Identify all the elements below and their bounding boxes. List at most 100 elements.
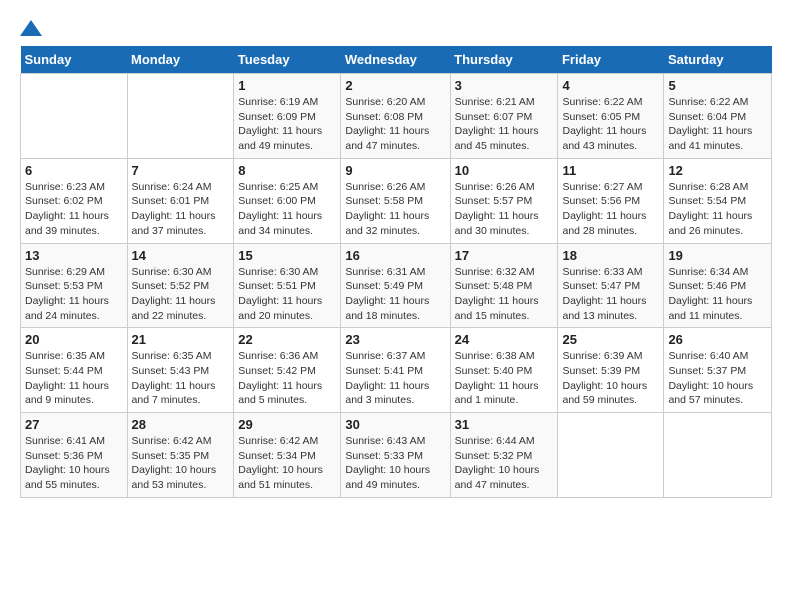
day-info: Sunrise: 6:35 AM Sunset: 5:44 PM Dayligh… xyxy=(25,349,123,408)
calendar-cell: 3Sunrise: 6:21 AM Sunset: 6:07 PM Daylig… xyxy=(450,74,558,159)
calendar-cell: 28 Sunrise: 6:42 AM Sunset: 5:35 PM Dayli… xyxy=(127,413,234,498)
day-number: 24 xyxy=(455,332,554,347)
calendar-cell: 20 Sunrise: 6:35 AM Sunset: 5:44 PM Dayli… xyxy=(21,328,128,413)
calendar-cell: 30 Sunrise: 6:43 AM Sunset: 5:33 PM Dayli… xyxy=(341,413,450,498)
day-number: 1 xyxy=(238,78,336,93)
calendar-cell: 24 Sunrise: 6:38 AM Sunset: 5:40 PM Dayli… xyxy=(450,328,558,413)
day-info: Sunrise: 6:37 AM Sunset: 5:41 PM Dayligh… xyxy=(345,349,445,408)
calendar-cell: 17Sunrise: 6:32 AM Sunset: 5:48 PM Dayli… xyxy=(450,243,558,328)
calendar-week-row: 6 Sunrise: 6:23 AM Sunset: 6:02 PM Daylig… xyxy=(21,158,772,243)
calendar-header-sunday: Sunday xyxy=(21,46,128,74)
calendar-cell: 19 Sunrise: 6:34 AM Sunset: 5:46 PM Dayli… xyxy=(664,243,772,328)
logo xyxy=(20,20,44,36)
calendar-cell: 5 Sunrise: 6:22 AM Sunset: 6:04 PM Daylig… xyxy=(664,74,772,159)
calendar-cell: 27 Sunrise: 6:41 AM Sunset: 5:36 PM Dayli… xyxy=(21,413,128,498)
day-info: Sunrise: 6:40 AM Sunset: 5:37 PM Dayligh… xyxy=(668,349,767,408)
calendar-week-row: 1 Sunrise: 6:19 AM Sunset: 6:09 PM Daylig… xyxy=(21,74,772,159)
calendar-cell: 25Sunrise: 6:39 AM Sunset: 5:39 PM Dayli… xyxy=(558,328,664,413)
calendar-header-friday: Friday xyxy=(558,46,664,74)
calendar-cell: 4 Sunrise: 6:22 AM Sunset: 6:05 PM Daylig… xyxy=(558,74,664,159)
calendar-week-row: 27 Sunrise: 6:41 AM Sunset: 5:36 PM Dayli… xyxy=(21,413,772,498)
day-number: 25 xyxy=(562,332,659,347)
day-info: Sunrise: 6:29 AM Sunset: 5:53 PM Dayligh… xyxy=(25,265,123,324)
calendar-cell: 2 Sunrise: 6:20 AM Sunset: 6:08 PM Daylig… xyxy=(341,74,450,159)
day-number: 15 xyxy=(238,248,336,263)
calendar-header-monday: Monday xyxy=(127,46,234,74)
day-number: 7 xyxy=(132,163,230,178)
day-info: Sunrise: 6:42 AM Sunset: 5:34 PM Dayligh… xyxy=(238,434,336,493)
calendar-cell: 10 Sunrise: 6:26 AM Sunset: 5:57 PM Dayli… xyxy=(450,158,558,243)
day-number: 21 xyxy=(132,332,230,347)
day-info: Sunrise: 6:30 AM Sunset: 5:52 PM Dayligh… xyxy=(132,265,230,324)
header xyxy=(20,20,772,36)
day-info: Sunrise: 6:26 AM Sunset: 5:58 PM Dayligh… xyxy=(345,180,445,239)
day-info: Sunrise: 6:31 AM Sunset: 5:49 PM Dayligh… xyxy=(345,265,445,324)
calendar-cell xyxy=(664,413,772,498)
day-info: Sunrise: 6:27 AM Sunset: 5:56 PM Dayligh… xyxy=(562,180,659,239)
calendar-cell: 31 Sunrise: 6:44 AM Sunset: 5:32 PM Dayli… xyxy=(450,413,558,498)
calendar-cell: 16Sunrise: 6:31 AM Sunset: 5:49 PM Dayli… xyxy=(341,243,450,328)
day-number: 12 xyxy=(668,163,767,178)
day-info: Sunrise: 6:34 AM Sunset: 5:46 PM Dayligh… xyxy=(668,265,767,324)
logo-icon xyxy=(20,20,42,36)
calendar-cell: 22 Sunrise: 6:36 AM Sunset: 5:42 PM Dayli… xyxy=(234,328,341,413)
calendar-cell: 15 Sunrise: 6:30 AM Sunset: 5:51 PM Dayli… xyxy=(234,243,341,328)
day-info: Sunrise: 6:30 AM Sunset: 5:51 PM Dayligh… xyxy=(238,265,336,324)
day-number: 22 xyxy=(238,332,336,347)
day-number: 30 xyxy=(345,417,445,432)
calendar-cell: 1 Sunrise: 6:19 AM Sunset: 6:09 PM Daylig… xyxy=(234,74,341,159)
day-info: Sunrise: 6:22 AM Sunset: 6:05 PM Dayligh… xyxy=(562,95,659,154)
calendar-header-thursday: Thursday xyxy=(450,46,558,74)
day-number: 6 xyxy=(25,163,123,178)
calendar-week-row: 20 Sunrise: 6:35 AM Sunset: 5:44 PM Dayli… xyxy=(21,328,772,413)
day-info: Sunrise: 6:43 AM Sunset: 5:33 PM Dayligh… xyxy=(345,434,445,493)
day-number: 2 xyxy=(345,78,445,93)
day-number: 18 xyxy=(562,248,659,263)
day-number: 28 xyxy=(132,417,230,432)
day-number: 19 xyxy=(668,248,767,263)
day-info: Sunrise: 6:23 AM Sunset: 6:02 PM Dayligh… xyxy=(25,180,123,239)
calendar-cell: 7Sunrise: 6:24 AM Sunset: 6:01 PM Daylig… xyxy=(127,158,234,243)
day-number: 10 xyxy=(455,163,554,178)
calendar-cell: 11 Sunrise: 6:27 AM Sunset: 5:56 PM Dayli… xyxy=(558,158,664,243)
calendar-cell: 14 Sunrise: 6:30 AM Sunset: 5:52 PM Dayli… xyxy=(127,243,234,328)
day-number: 17 xyxy=(455,248,554,263)
calendar-cell: 6 Sunrise: 6:23 AM Sunset: 6:02 PM Daylig… xyxy=(21,158,128,243)
calendar-cell: 13 Sunrise: 6:29 AM Sunset: 5:53 PM Dayli… xyxy=(21,243,128,328)
day-info: Sunrise: 6:33 AM Sunset: 5:47 PM Dayligh… xyxy=(562,265,659,324)
day-info: Sunrise: 6:19 AM Sunset: 6:09 PM Dayligh… xyxy=(238,95,336,154)
day-number: 5 xyxy=(668,78,767,93)
calendar-header-saturday: Saturday xyxy=(664,46,772,74)
day-number: 27 xyxy=(25,417,123,432)
day-info: Sunrise: 6:22 AM Sunset: 6:04 PM Dayligh… xyxy=(668,95,767,154)
day-info: Sunrise: 6:35 AM Sunset: 5:43 PM Dayligh… xyxy=(132,349,230,408)
calendar-cell: 8 Sunrise: 6:25 AM Sunset: 6:00 PM Daylig… xyxy=(234,158,341,243)
day-info: Sunrise: 6:26 AM Sunset: 5:57 PM Dayligh… xyxy=(455,180,554,239)
day-info: Sunrise: 6:38 AM Sunset: 5:40 PM Dayligh… xyxy=(455,349,554,408)
calendar-cell: 29Sunrise: 6:42 AM Sunset: 5:34 PM Dayli… xyxy=(234,413,341,498)
calendar-cell xyxy=(21,74,128,159)
day-number: 23 xyxy=(345,332,445,347)
day-number: 14 xyxy=(132,248,230,263)
day-number: 11 xyxy=(562,163,659,178)
day-number: 3 xyxy=(455,78,554,93)
day-info: Sunrise: 6:25 AM Sunset: 6:00 PM Dayligh… xyxy=(238,180,336,239)
calendar-cell: 23 Sunrise: 6:37 AM Sunset: 5:41 PM Dayli… xyxy=(341,328,450,413)
calendar-header-wednesday: Wednesday xyxy=(341,46,450,74)
calendar-cell: 18 Sunrise: 6:33 AM Sunset: 5:47 PM Dayli… xyxy=(558,243,664,328)
day-number: 13 xyxy=(25,248,123,263)
calendar-cell xyxy=(558,413,664,498)
calendar-table: SundayMondayTuesdayWednesdayThursdayFrid… xyxy=(20,46,772,498)
day-number: 20 xyxy=(25,332,123,347)
day-number: 4 xyxy=(562,78,659,93)
day-info: Sunrise: 6:36 AM Sunset: 5:42 PM Dayligh… xyxy=(238,349,336,408)
day-number: 31 xyxy=(455,417,554,432)
calendar-cell: 12 Sunrise: 6:28 AM Sunset: 5:54 PM Dayli… xyxy=(664,158,772,243)
day-info: Sunrise: 6:28 AM Sunset: 5:54 PM Dayligh… xyxy=(668,180,767,239)
day-info: Sunrise: 6:20 AM Sunset: 6:08 PM Dayligh… xyxy=(345,95,445,154)
day-info: Sunrise: 6:44 AM Sunset: 5:32 PM Dayligh… xyxy=(455,434,554,493)
day-info: Sunrise: 6:42 AM Sunset: 5:35 PM Dayligh… xyxy=(132,434,230,493)
day-number: 8 xyxy=(238,163,336,178)
calendar-cell: 26Sunrise: 6:40 AM Sunset: 5:37 PM Dayli… xyxy=(664,328,772,413)
day-info: Sunrise: 6:41 AM Sunset: 5:36 PM Dayligh… xyxy=(25,434,123,493)
